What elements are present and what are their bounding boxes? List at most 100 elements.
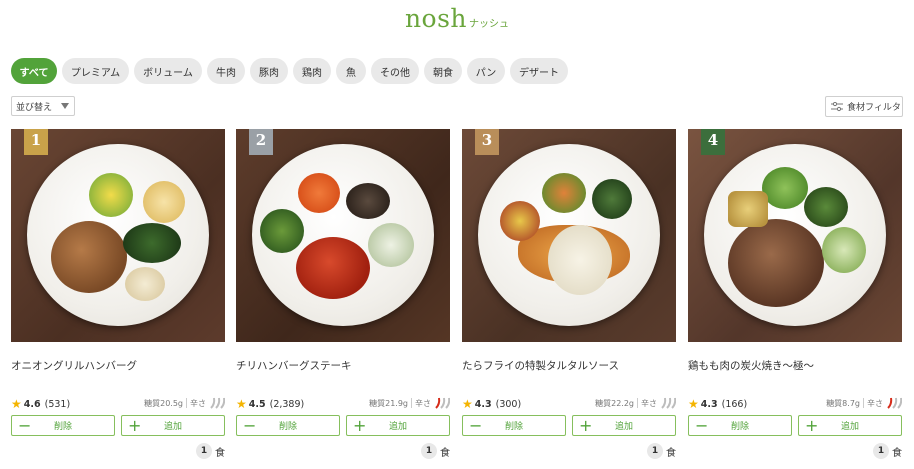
rank-badge: 2	[249, 129, 273, 155]
divider	[186, 398, 187, 408]
chili-icon	[887, 397, 902, 409]
spicy-label: 辛さ	[641, 398, 657, 408]
add-button[interactable]: + 追加	[572, 415, 676, 436]
product-card: 2 チリハンバーグステーキ ★ 4.5 (2,389) 糖質21.9g 辛さ −…	[236, 129, 450, 465]
rating: ★ 4.6 (531)	[11, 397, 70, 411]
ingredient-filter-button[interactable]: 食材フィルタ	[825, 96, 903, 117]
tab-other[interactable]: その他	[371, 58, 419, 84]
star-icon: ★	[688, 397, 699, 411]
quantity: 1 食	[873, 443, 902, 459]
product-image[interactable]: 2	[236, 129, 450, 342]
chili-icon	[435, 397, 450, 409]
add-button[interactable]: + 追加	[121, 415, 225, 436]
rating-value: 4.6	[23, 398, 41, 410]
nutrition-info: 糖質8.7g 辛さ	[826, 397, 902, 409]
logo-text: nosh	[404, 4, 468, 33]
site-logo[interactable]: nosh ナッシュ	[0, 4, 914, 33]
food-tofu	[728, 191, 768, 227]
add-label: 追加	[388, 422, 407, 432]
product-name[interactable]: チリハンバーグステーキ	[236, 358, 352, 373]
quantity: 1 食	[196, 443, 225, 459]
caret-down-icon	[61, 103, 69, 109]
food-potato	[125, 267, 165, 301]
plus-icon: +	[128, 416, 142, 435]
review-count: (531)	[44, 398, 71, 410]
delete-button[interactable]: − 削除	[462, 415, 566, 436]
filter-icon	[831, 101, 843, 111]
chili-icon	[661, 397, 676, 409]
review-count: (166)	[721, 398, 748, 410]
tab-breakfast[interactable]: 朝食	[424, 58, 462, 84]
product-image[interactable]: 3	[462, 129, 676, 342]
delete-button[interactable]: − 削除	[11, 415, 115, 436]
nutrition-info: 糖質20.5g 辛さ	[144, 397, 225, 409]
rating-value: 4.3	[700, 398, 718, 410]
tab-premium[interactable]: プレミアム	[62, 58, 129, 84]
delete-label: 削除	[53, 422, 72, 432]
tab-all[interactable]: すべて	[11, 58, 57, 84]
tab-volume[interactable]: ボリューム	[134, 58, 202, 84]
plus-icon: +	[805, 416, 819, 435]
tab-fish[interactable]: 魚	[336, 58, 366, 84]
rating: ★ 4.5 (2,389)	[236, 397, 304, 411]
spicy-label: 辛さ	[867, 398, 883, 408]
product-image[interactable]: 1	[11, 129, 225, 342]
divider	[411, 398, 412, 408]
food-egg	[143, 181, 185, 223]
star-icon: ★	[462, 397, 473, 411]
tab-chicken[interactable]: 鶏肉	[293, 58, 331, 84]
quantity-unit: 食	[666, 447, 676, 459]
product-name[interactable]: 鶏もも肉の炭火焼き〜極〜	[688, 358, 814, 373]
product-card: 4 鶏もも肉の炭火焼き〜極〜 ★ 4.3 (166) 糖質8.7g 辛さ − 削…	[688, 129, 902, 465]
tab-pork[interactable]: 豚肉	[250, 58, 288, 84]
tab-beef[interactable]: 牛肉	[207, 58, 245, 84]
minus-icon: −	[243, 416, 257, 435]
rank-badge: 1	[24, 129, 48, 155]
food-carrot	[298, 173, 340, 213]
add-label: 追加	[840, 422, 859, 432]
quantity-count: 1	[196, 443, 212, 459]
delete-button[interactable]: − 削除	[688, 415, 792, 436]
food-vegetables	[500, 201, 540, 241]
divider	[863, 398, 864, 408]
star-icon: ★	[11, 397, 22, 411]
rating: ★ 4.3 (166)	[688, 397, 747, 411]
plus-icon: +	[579, 416, 593, 435]
quantity-count: 1	[873, 443, 889, 459]
delete-button[interactable]: − 削除	[236, 415, 340, 436]
nutrition-info: 糖質22.2g 辛さ	[595, 397, 676, 409]
food-tartar	[548, 225, 612, 295]
product-name[interactable]: たらフライの特製タルタルソース	[462, 358, 619, 373]
rating-value: 4.5	[248, 398, 266, 410]
add-label: 追加	[614, 422, 633, 432]
quantity-count: 1	[421, 443, 437, 459]
rank-badge: 3	[475, 129, 499, 155]
quantity-unit: 食	[440, 447, 450, 459]
food-greens	[804, 187, 848, 227]
product-name[interactable]: オニオングリルハンバーグ	[11, 358, 137, 373]
rating: ★ 4.3 (300)	[462, 397, 521, 411]
add-button[interactable]: + 追加	[798, 415, 902, 436]
food-hamburg	[51, 221, 127, 293]
food-broccoli	[260, 209, 304, 253]
sort-select[interactable]: 並び替え	[11, 96, 75, 116]
food-eggplant	[346, 183, 390, 219]
minus-icon: −	[18, 416, 32, 435]
tab-dessert[interactable]: デザート	[510, 58, 568, 84]
food-corn	[89, 173, 133, 217]
food-greens	[592, 179, 632, 219]
food-hamburg-chili	[296, 237, 370, 299]
product-image[interactable]: 4	[688, 129, 902, 342]
quantity: 1 食	[647, 443, 676, 459]
quantity-unit: 食	[215, 447, 225, 459]
food-edamame	[762, 167, 808, 209]
add-label: 追加	[163, 422, 182, 432]
sugar-value: 糖質21.9g	[369, 398, 408, 408]
quantity-unit: 食	[892, 447, 902, 459]
add-button[interactable]: + 追加	[346, 415, 450, 436]
sugar-value: 糖質8.7g	[826, 398, 860, 408]
rating-value: 4.3	[474, 398, 492, 410]
tab-bread[interactable]: パン	[467, 58, 505, 84]
delete-label: 削除	[504, 422, 523, 432]
food-grilled-chicken	[728, 219, 824, 307]
